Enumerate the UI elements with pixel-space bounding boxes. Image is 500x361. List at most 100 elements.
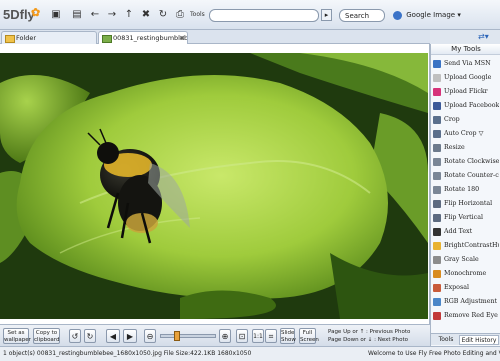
- tab-edit-history[interactable]: Edit History: [459, 335, 499, 345]
- flip-vertical-icon: [433, 214, 441, 222]
- facebook-icon: [433, 102, 441, 110]
- tool-item-label: Crop: [444, 116, 460, 123]
- tool-item[interactable]: Rotate 180: [433, 184, 499, 196]
- tool-item[interactable]: Resize: [433, 142, 499, 154]
- panel-tabs: Tools Edit History: [431, 333, 500, 345]
- crop-icon: [433, 116, 441, 124]
- tool-item-label: BrightContrastHue: [444, 242, 499, 249]
- back-arrow-icon[interactable]: ←: [88, 8, 102, 22]
- search-engine-select[interactable]: Google Image ▾: [393, 9, 473, 22]
- tab-tools[interactable]: Tools: [435, 335, 457, 345]
- rotate-ccw-icon: [433, 172, 441, 180]
- tool-item[interactable]: Upload Facebook: [433, 100, 499, 112]
- zoom-in-icon[interactable]: ⊕: [219, 329, 231, 343]
- tool-item-label: RGB Adjustment: [444, 298, 498, 305]
- full-screen-button[interactable]: Full Screen: [299, 328, 319, 344]
- tool-item-label: Send Via MSN: [444, 60, 491, 67]
- zoom-slider[interactable]: [160, 334, 216, 338]
- view-toggle-icon[interactable]: ⇄▾: [478, 32, 496, 42]
- tool-item[interactable]: BrightContrastHue: [433, 240, 499, 252]
- tab-bar: Folder 00831_restingbumblebee_1... ×: [0, 30, 430, 44]
- text-icon: [433, 228, 441, 236]
- tab-image-label: 00831_restingbumblebee_1...: [113, 34, 188, 42]
- tab-folder-label: Folder: [16, 34, 37, 42]
- status-file-info: 1 object(s) 00831_restingbumblebee_1680x…: [3, 350, 252, 357]
- photo-bumblebee-on-leaf[interactable]: [0, 53, 428, 319]
- save-icon[interactable]: ▤: [70, 8, 84, 22]
- bottom-toolbar: Set as wallpaper Copy to clipboard ↺ ↻ ◀…: [0, 324, 430, 346]
- close-tab-icon[interactable]: ×: [179, 32, 185, 44]
- tool-item[interactable]: Upload Google: [433, 72, 499, 84]
- next-photo-icon[interactable]: ▶: [123, 329, 137, 343]
- resize-icon: [433, 144, 441, 152]
- slide-show-button[interactable]: Slide Show: [280, 328, 296, 344]
- flickr-icon: [433, 88, 441, 96]
- tool-item[interactable]: RGB Adjustment: [433, 296, 499, 308]
- tool-item[interactable]: Rotate Counter-clockw: [433, 170, 499, 182]
- hint-previous: Page Up or ↑ : Previous Photo: [328, 329, 411, 335]
- flower-icon: ✿: [31, 7, 41, 19]
- tool-item[interactable]: Auto Crop ▽: [433, 128, 499, 140]
- monitor-icon[interactable]: ▣: [49, 8, 63, 22]
- zoom-slider-thumb[interactable]: [174, 331, 180, 341]
- tool-item-label: Auto Crop ▽: [444, 130, 484, 137]
- up-arrow-icon[interactable]: ↑: [122, 8, 136, 22]
- tab-image[interactable]: 00831_restingbumblebee_1... ×: [98, 31, 188, 44]
- grayscale-icon: [433, 256, 441, 264]
- go-button[interactable]: ▸: [321, 9, 332, 21]
- tool-item[interactable]: Add Text: [433, 226, 499, 238]
- address-input[interactable]: [209, 9, 319, 22]
- main-toolbar: 5Dfly ✿ ▣ ▤ ← → ↑ ✖ ↻ ⎙ Tools ▸ Search G…: [0, 0, 500, 30]
- crop-tool-icon[interactable]: ⌗: [265, 329, 277, 343]
- tool-item-label: Upload Google: [444, 74, 492, 81]
- tool-item[interactable]: Monochrome: [433, 268, 499, 280]
- rotate-right-icon[interactable]: ↻: [84, 329, 96, 343]
- delete-icon[interactable]: ✖: [139, 8, 153, 22]
- tool-item-label: Resize: [444, 144, 465, 151]
- fit-window-icon[interactable]: ⊡: [236, 329, 248, 343]
- tool-item[interactable]: Gray Scale: [433, 254, 499, 266]
- tool-item-label: Add Text: [444, 228, 473, 235]
- zoom-out-icon[interactable]: ⊖: [144, 329, 156, 343]
- tool-item-label: Monochrome: [444, 270, 487, 277]
- tools-label: Tools: [190, 11, 205, 18]
- google-icon: [433, 74, 441, 82]
- tool-item-label: Upload Flickr: [444, 88, 488, 95]
- search-button[interactable]: Search: [339, 9, 385, 22]
- tool-item-label: Exposal: [444, 284, 469, 291]
- rotate-cw-icon: [433, 158, 441, 166]
- actual-size-icon[interactable]: 1:1: [252, 329, 264, 343]
- tool-item-label: Rotate 180: [444, 186, 480, 193]
- tool-item[interactable]: Crop: [433, 114, 499, 126]
- rotate-left-icon[interactable]: ↺: [69, 329, 81, 343]
- print-icon[interactable]: ⎙: [173, 8, 187, 22]
- tool-item[interactable]: Remove Red Eye: [433, 310, 499, 322]
- tab-folder[interactable]: Folder: [1, 31, 97, 44]
- set-wallpaper-button[interactable]: Set as wallpaper: [3, 328, 31, 344]
- exposure-icon: [433, 284, 441, 292]
- tool-item-label: Remove Red Eye: [444, 312, 498, 319]
- tool-item[interactable]: Send Via MSN: [433, 58, 499, 70]
- tool-item[interactable]: Exposal: [433, 282, 499, 294]
- tool-item-label: Gray Scale: [444, 256, 479, 263]
- forward-arrow-icon[interactable]: →: [105, 8, 119, 22]
- image-icon: [102, 35, 112, 43]
- tool-item-label: Flip Horizontal: [444, 200, 493, 207]
- google-icon: [393, 10, 402, 20]
- refresh-icon[interactable]: ↻: [156, 8, 170, 22]
- copy-clipboard-button[interactable]: Copy to clipboard: [33, 328, 60, 344]
- tool-item[interactable]: Upload Flickr: [433, 86, 499, 98]
- tools-icon[interactable]: Tools: [190, 8, 205, 22]
- tool-item[interactable]: Rotate Clockwise: [433, 156, 499, 168]
- tool-item-label: Flip Vertical: [444, 214, 483, 221]
- previous-photo-icon[interactable]: ◀: [106, 329, 120, 343]
- monochrome-icon: [433, 270, 441, 278]
- tool-item-label: Rotate Clockwise: [444, 158, 499, 165]
- navigation-hint: Page Up or ↑ : Previous Photo Page Down …: [328, 328, 428, 346]
- status-welcome: Welcome to Use Fly Free Photo Editing an…: [368, 350, 500, 357]
- my-tools-panel: My Tools Tools Edit History Send Via MSN…: [430, 44, 500, 346]
- search-engine-label: Google Image: [406, 11, 456, 19]
- tool-item[interactable]: Flip Vertical: [433, 212, 499, 224]
- tool-item[interactable]: Flip Horizontal: [433, 198, 499, 210]
- hint-next: Page Down or ↓ : Next Photo: [328, 337, 408, 343]
